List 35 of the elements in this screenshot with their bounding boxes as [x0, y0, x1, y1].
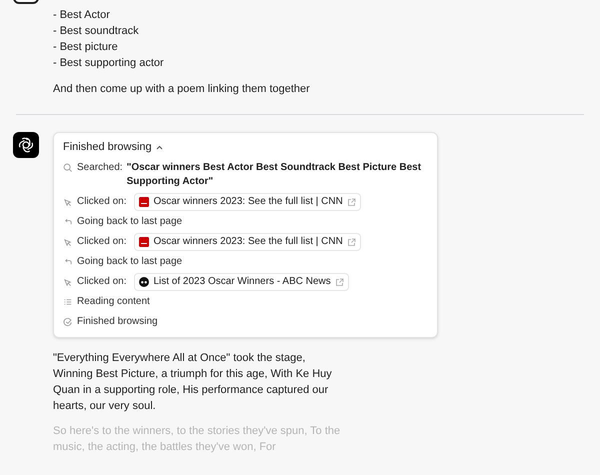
step-label: Finished browsing: [77, 315, 158, 329]
step-label: Going back to last page: [77, 255, 182, 269]
external-link-icon: [334, 278, 344, 286]
external-link-icon: [346, 238, 356, 246]
source-link[interactable]: List of 2023 Oscar Winners - ABC News: [134, 273, 349, 291]
step-label: Clicked on:: [77, 235, 126, 249]
source-link[interactable]: Oscar winners 2023: See the full list | CNN: [134, 233, 361, 251]
browsing-toggle[interactable]: Finished browsing: [63, 139, 163, 155]
list-item: - Best supporting actor: [53, 56, 165, 71]
list-item: - Best Actor: [53, 8, 111, 23]
return-arrow-icon: [63, 257, 73, 267]
cursor-icon: [63, 238, 73, 248]
return-arrow-icon: [63, 217, 73, 227]
list-item: - Best picture: [53, 40, 119, 55]
search-icon: [63, 163, 73, 173]
cursor-icon: [63, 198, 73, 208]
poem-stanza: "Everything Everywhere All at Once" took the stage, Winning Best Picture, a triumph for this age, With Ke Huy Quan in a supporting role, His performance captured our hearts, our very soul.: [53, 351, 333, 414]
step-label: Reading content: [77, 295, 150, 309]
step-label: Clicked on:: [77, 275, 126, 289]
favicon-icon: [139, 197, 150, 207]
step-label: Going back to last page: [77, 215, 182, 229]
list-item: - Best soundtrack: [53, 24, 140, 39]
cursor-icon: [63, 278, 73, 288]
favicon-icon: [139, 277, 150, 287]
lines-icon: [63, 297, 73, 307]
assistant-logo-icon: [13, 132, 39, 158]
poem-stanza: So here's to the winners, to the stories they've spun, To the music, the acting, the battles they've won, For: [53, 424, 342, 455]
external-link-icon: [346, 198, 356, 206]
source-link[interactable]: Oscar winners 2023: See the full list | CNN: [134, 193, 361, 211]
search-query: "Oscar winners Best Actor Best Soundtrack Best Picture Best Supporting Actor": [126, 161, 422, 189]
step-label: Searched:: [77, 161, 123, 175]
message-text: And then come up with a poem linking them together: [53, 82, 311, 97]
check-circle-icon: [63, 317, 73, 327]
favicon-icon: [139, 237, 150, 247]
step-label: Clicked on:: [77, 195, 126, 209]
